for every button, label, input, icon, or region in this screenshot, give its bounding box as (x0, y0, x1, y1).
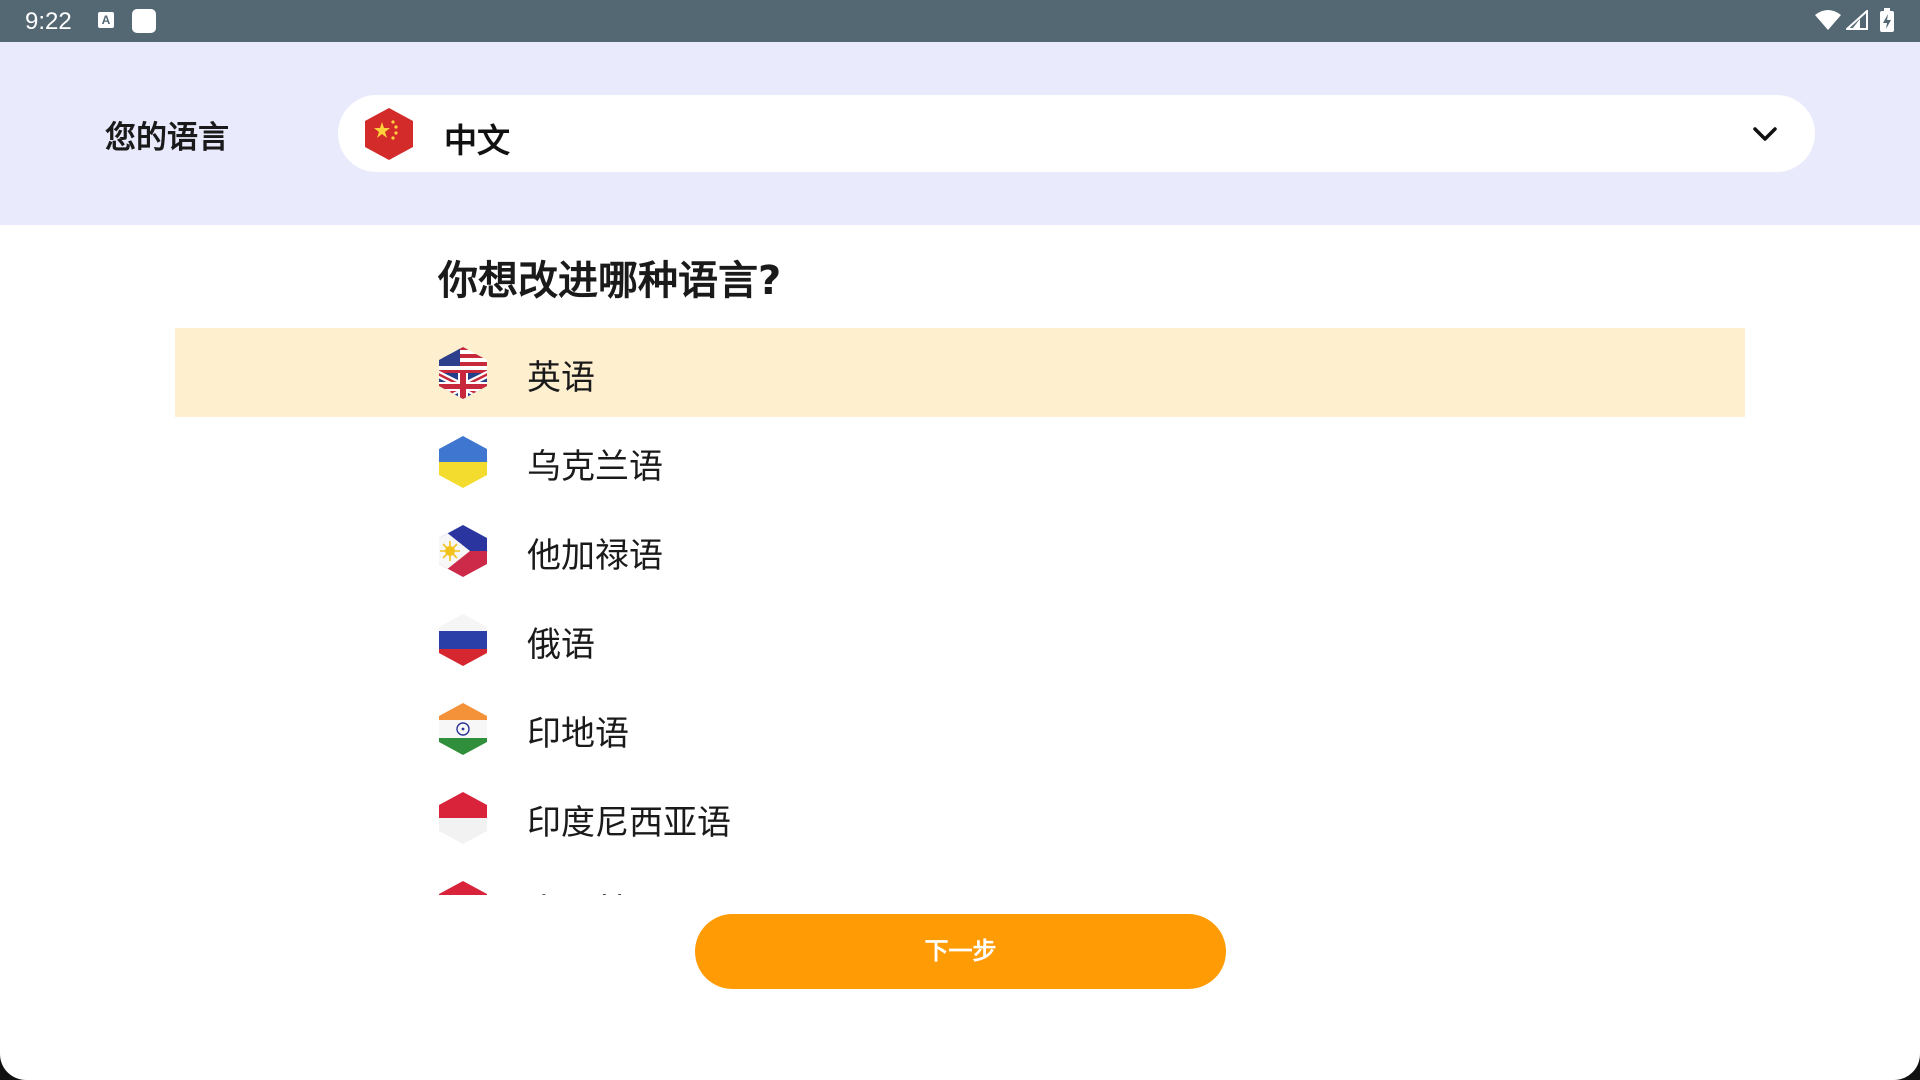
language-option-hindi[interactable]: 印地语 (175, 684, 1745, 773)
language-option-tagalog[interactable]: 他加禄语 (175, 506, 1745, 595)
status-bar: 9:22 A (0, 0, 1920, 42)
language-option-english[interactable]: 英语 (175, 328, 1745, 417)
india-flag-icon (436, 702, 490, 756)
language-option-label: 印地语 (527, 714, 629, 754)
language-option-label: 土耳其语 (527, 884, 663, 895)
indonesia-flag-icon (436, 791, 490, 845)
battery-charging-icon (1880, 8, 1894, 32)
china-flag-icon (362, 107, 416, 161)
language-option-russian[interactable]: 俄语 (175, 595, 1745, 684)
cell-signal-icon (1846, 10, 1868, 30)
app-screen: 9:22 A 您的语言 中文 你想改进哪种语言? 英语 乌克兰语 他加禄语 俄语… (0, 0, 1920, 1080)
notification-a-icon: A (98, 12, 114, 28)
target-language-list[interactable]: 英语 乌克兰语 他加禄语 俄语 印地语 印度尼西亚语 (175, 328, 1745, 895)
target-language-question: 你想改进哪种语言? (438, 258, 782, 304)
ukraine-flag-icon (436, 435, 490, 489)
turkey-flag-icon (436, 880, 490, 895)
language-option-indonesian[interactable]: 印度尼西亚语 (175, 773, 1745, 862)
language-option-ukrainian[interactable]: 乌克兰语 (175, 417, 1745, 506)
philippines-flag-icon (436, 524, 490, 578)
native-language-dropdown[interactable]: 中文 (338, 95, 1815, 172)
language-option-label: 英语 (527, 358, 595, 398)
language-option-turkish[interactable]: 土耳其语 (175, 862, 1745, 895)
language-option-label: 俄语 (527, 625, 595, 665)
language-option-label: 乌克兰语 (527, 447, 663, 487)
selected-native-language: 中文 (444, 121, 510, 160)
language-option-label: 他加禄语 (527, 536, 663, 576)
notification-square-icon (132, 9, 156, 33)
language-option-label: 印度尼西亚语 (527, 803, 731, 843)
chevron-down-icon[interactable] (1751, 120, 1779, 148)
russia-flag-icon (436, 613, 490, 667)
next-button[interactable]: 下一步 (695, 914, 1226, 989)
wifi-icon (1815, 10, 1841, 30)
your-language-label: 您的语言 (105, 120, 229, 156)
status-time: 9:22 (25, 8, 72, 35)
us-uk-flag-icon (436, 346, 490, 400)
